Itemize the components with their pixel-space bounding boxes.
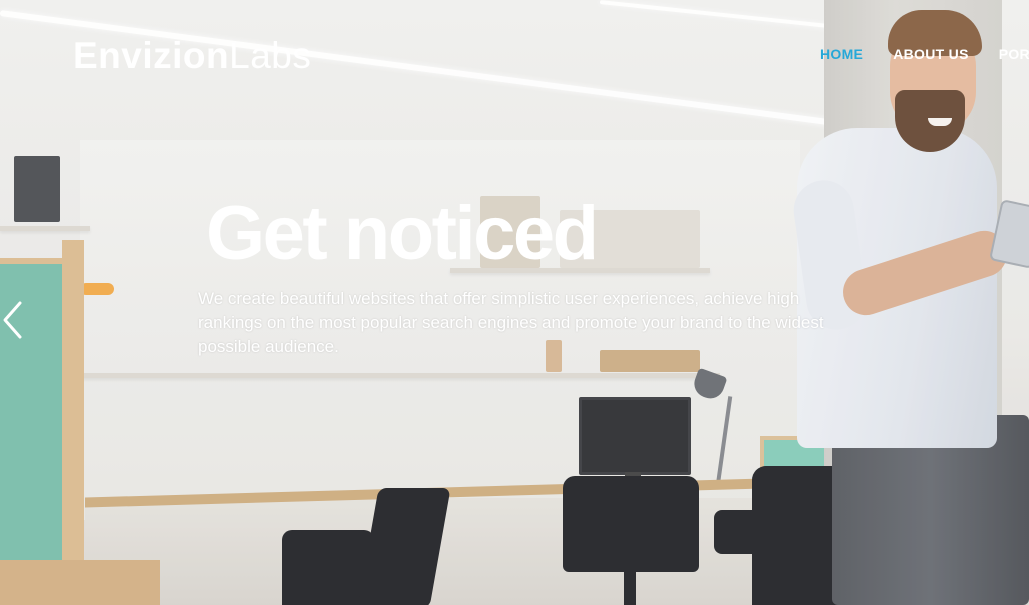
hero-description: We create beautiful websites that offer …: [198, 289, 824, 356]
nav-item-about-us[interactable]: ABOUT US: [893, 46, 969, 62]
logo-secondary-text: Labs: [229, 35, 312, 76]
logo-primary-text: Envizion: [73, 35, 230, 76]
slider-prev-button[interactable]: [0, 300, 28, 340]
hero-slide: EnvizionLabs HOME ABOUT US PORT Get noti…: [0, 0, 1029, 605]
chevron-left-icon: [3, 301, 22, 339]
site-logo[interactable]: EnvizionLabs: [73, 36, 311, 76]
nav-item-home[interactable]: HOME: [820, 46, 863, 62]
main-nav: HOME ABOUT US PORT: [820, 46, 1029, 62]
nav-item-portfolio[interactable]: PORT: [999, 46, 1029, 62]
hero-headline: Get noticed: [206, 191, 599, 276]
